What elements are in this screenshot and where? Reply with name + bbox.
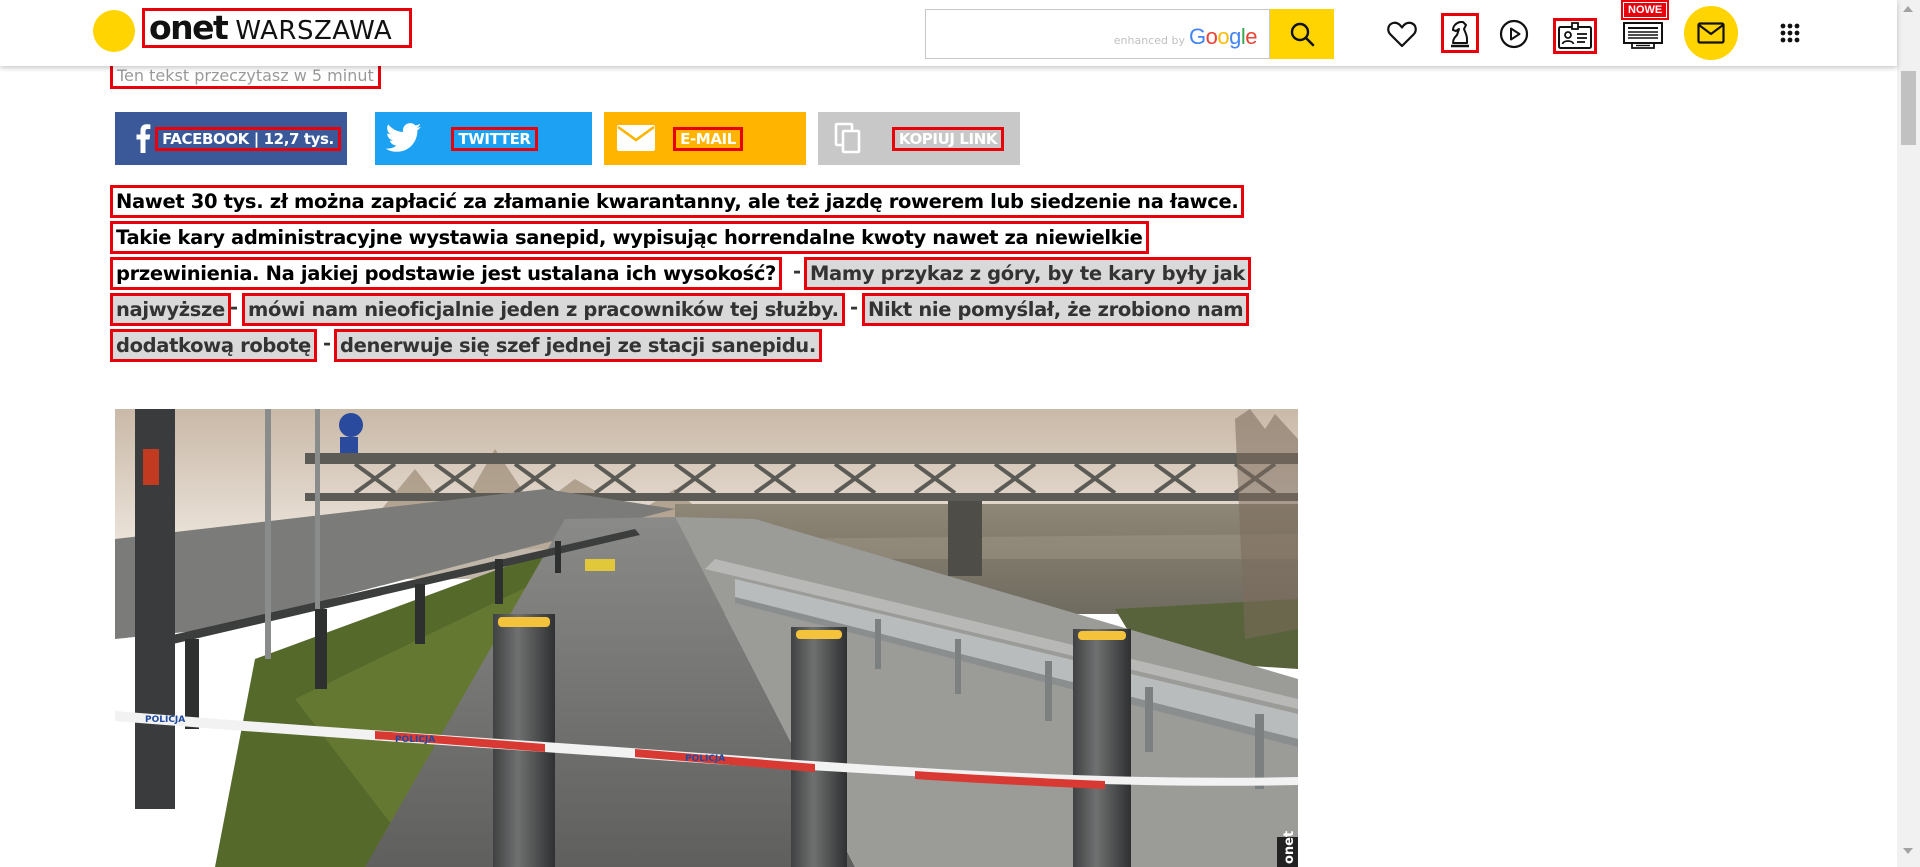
logo-city-text: WARSZAWA [235, 16, 393, 46]
twitter-icon [383, 120, 425, 156]
enhanced-by-label: enhanced by [1113, 34, 1185, 47]
share-facebook-button[interactable]: FACEBOOK | 12,7 tys. [115, 112, 347, 165]
id-card-icon [1558, 22, 1592, 49]
lead-sentence-1: Nawet 30 tys. zł można zapłacić za złama… [110, 185, 1245, 218]
favorites-button[interactable] [1385, 17, 1419, 51]
video-button[interactable] [1497, 17, 1531, 51]
games-button[interactable] [1441, 13, 1479, 53]
quote-2-part-2: dodatkową robotę [110, 329, 317, 362]
news-button[interactable] [1621, 18, 1665, 52]
copy-link-button[interactable]: KOPIUJ LINK [818, 112, 1020, 165]
lead-sentence-2: Takie kary administracyjne wystawia sane… [110, 221, 1149, 254]
site-logo[interactable]: onet WARSZAWA [142, 8, 412, 48]
scroll-up-arrow[interactable] [1903, 6, 1913, 12]
page-scrollbar[interactable] [1897, 0, 1920, 867]
apps-grid-icon [1780, 23, 1800, 43]
lead-sentence-3: przewinienia. Na jakiej podstawie jest u… [110, 257, 783, 290]
copy-icon [830, 120, 866, 156]
quote-1-part-1: Mamy przykaz z góry, by te kary były jak [804, 257, 1252, 290]
top-navigation-bar: onet WARSZAWA enhanced by Google NOWE [0, 0, 1897, 66]
logo-brand-text: onet [149, 8, 229, 47]
apps-menu-button[interactable] [1776, 19, 1804, 47]
search-icon [1290, 22, 1315, 47]
share-email-button[interactable]: E-MAIL [604, 112, 806, 165]
scroll-down-arrow[interactable] [1903, 848, 1913, 854]
envelope-icon [614, 120, 658, 156]
dash-separator: - [323, 332, 332, 355]
google-branding: enhanced by Google [1113, 24, 1258, 50]
attribution-1: mówi nam nieoficjalnie jeden z pracownik… [242, 293, 845, 326]
mail-button[interactable] [1684, 6, 1738, 60]
dash-separator: - [850, 296, 859, 319]
scroll-thumb[interactable] [1901, 71, 1916, 145]
dash-separator: - [793, 260, 802, 283]
bollards-by-river-image: POLICJA POLICJA POLICJA onet [115, 409, 1298, 867]
nowe-badge: NOWE [1620, 0, 1670, 20]
police-tape-text: POLICJA [145, 715, 185, 725]
facebook-share-label: FACEBOOK | 12,7 tys. [155, 126, 341, 151]
attribution-2: denerwuje się szef jednej ze stacji sane… [334, 329, 822, 362]
photo-watermark: onet [1282, 831, 1297, 864]
search-button[interactable] [1270, 9, 1334, 59]
onet-logo-icon[interactable] [93, 10, 135, 52]
heart-icon [1387, 21, 1417, 48]
dash-separator: - [230, 296, 239, 319]
email-share-label: E-MAIL [673, 126, 743, 151]
quote-1-part-2: najwyższe [110, 293, 231, 326]
copy-link-label: KOPIUJ LINK [891, 126, 1005, 151]
share-twitter-button[interactable]: TWITTER [375, 112, 592, 165]
mail-icon [1697, 22, 1725, 44]
facebook-icon [125, 120, 161, 156]
newspaper-icon [1623, 22, 1663, 49]
article-photo[interactable]: POLICJA POLICJA POLICJA onet [115, 409, 1298, 867]
quote-2-part-1: Nikt nie pomyślał, że zrobiono nam [862, 293, 1250, 326]
reading-time: Ten tekst przeczytasz w 5 minut [110, 62, 381, 89]
twitter-share-label: TWITTER [451, 126, 538, 151]
chess-knight-icon [1451, 21, 1469, 48]
account-button[interactable] [1553, 18, 1597, 54]
play-icon [1499, 19, 1529, 49]
police-tape-text: POLICJA [685, 754, 725, 764]
search-box: enhanced by Google [925, 9, 1270, 59]
google-logo: Google [1188, 24, 1258, 49]
police-tape-text: POLICJA [395, 735, 435, 745]
